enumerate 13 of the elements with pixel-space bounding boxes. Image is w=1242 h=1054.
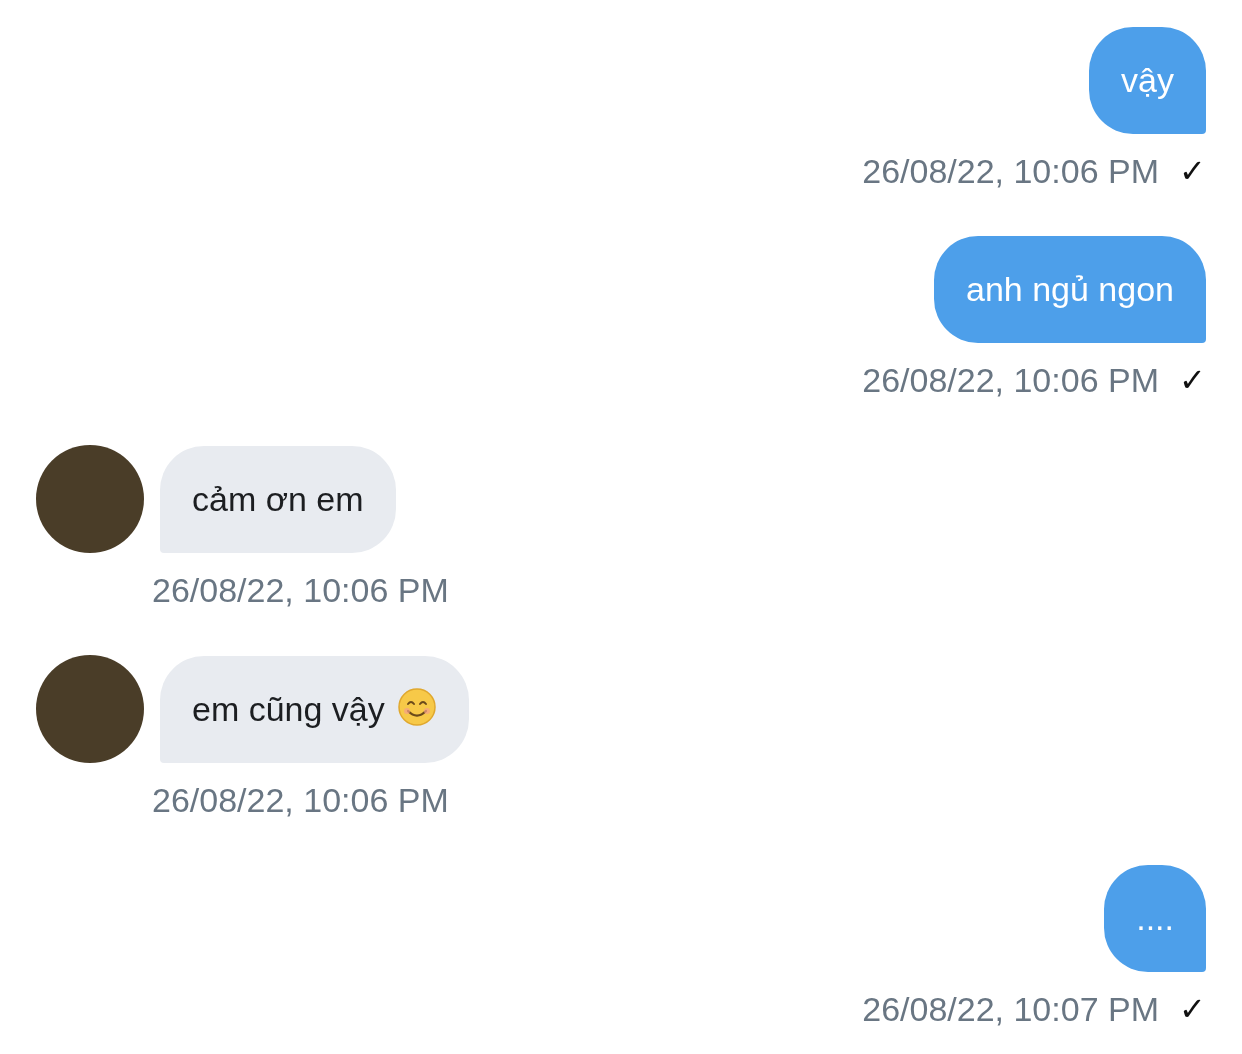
message-bubble: vậy [1089,27,1206,134]
message-bubble: em cũng vậy [160,655,469,763]
message-bubble: anh ngủ ngon [934,236,1206,343]
sent-check-mark: ✓ [1179,152,1206,191]
sent-check-mark: ✓ [1179,361,1206,400]
timestamp: 26/08/22, 10:06 PM [862,151,1159,192]
sent-check-mark: ✓ [1179,990,1206,1029]
message-bubble: .... [1104,865,1206,972]
message-bubble: cảm ơn em [160,445,396,553]
timestamp: 26/08/22, 10:06 PM [152,570,449,611]
timestamp: 26/08/22, 10:06 PM [152,780,449,821]
timestamp: 26/08/22, 10:06 PM [862,360,1159,401]
timestamp: 26/08/22, 10:07 PM [862,989,1159,1030]
